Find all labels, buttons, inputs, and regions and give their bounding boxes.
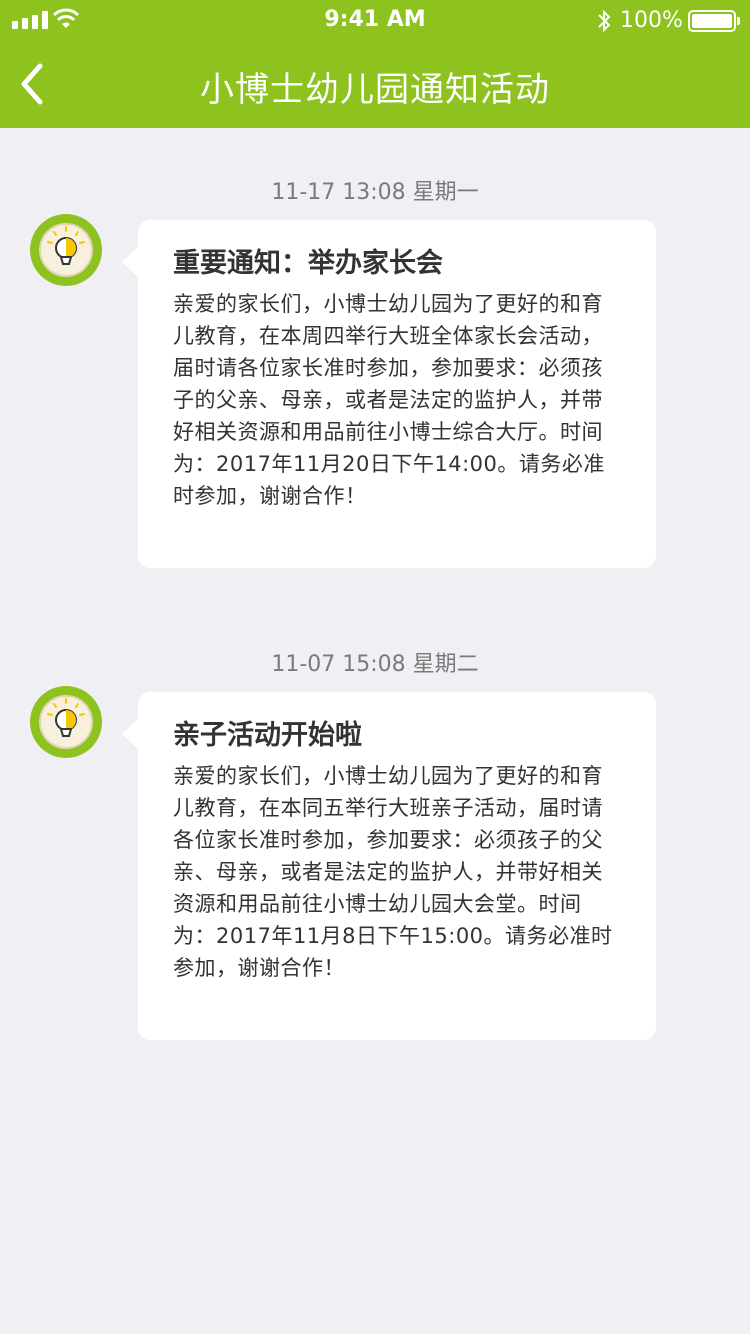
message-date: 11-07 15:08 星期二 bbox=[271, 652, 479, 677]
status-bar: 9:41 AM 100% bbox=[0, 0, 750, 40]
battery-percent: 100% bbox=[620, 8, 683, 33]
avatar[interactable] bbox=[30, 214, 102, 286]
notice-title: 重要通知：举办家长会 bbox=[173, 248, 443, 279]
bluetooth-icon bbox=[598, 9, 611, 33]
nav-header: 9:41 AM 100% 小博士幼儿园通知活动 bbox=[0, 0, 750, 128]
avatar[interactable] bbox=[30, 686, 102, 758]
notice-card[interactable]: 重要通知：举办家长会 亲爱的家长们，小博士幼儿园为了更好的和育儿教育，在本周四举… bbox=[122, 220, 656, 568]
battery-icon bbox=[688, 10, 740, 32]
page-title: 小博士幼儿园通知活动 bbox=[200, 70, 550, 110]
lightbulb-icon bbox=[47, 226, 85, 265]
lightbulb-icon bbox=[47, 698, 85, 737]
notice-body: 亲爱的家长们，小博士幼儿园为了更好的和育儿教育，在本周四举行大班全体家长会活动，… bbox=[173, 292, 605, 508]
notice-title: 亲子活动开始啦 bbox=[173, 720, 362, 751]
notice-card[interactable]: 亲子活动开始啦 亲爱的家长们，小博士幼儿园为了更好的和育儿教育，在本同五举行大班… bbox=[122, 692, 656, 1040]
message-date: 11-17 13:08 星期一 bbox=[271, 180, 479, 205]
notice-body: 亲爱的家长们，小博士幼儿园为了更好的和育儿教育，在本同五举行大班亲子活动，届时请… bbox=[173, 764, 613, 980]
